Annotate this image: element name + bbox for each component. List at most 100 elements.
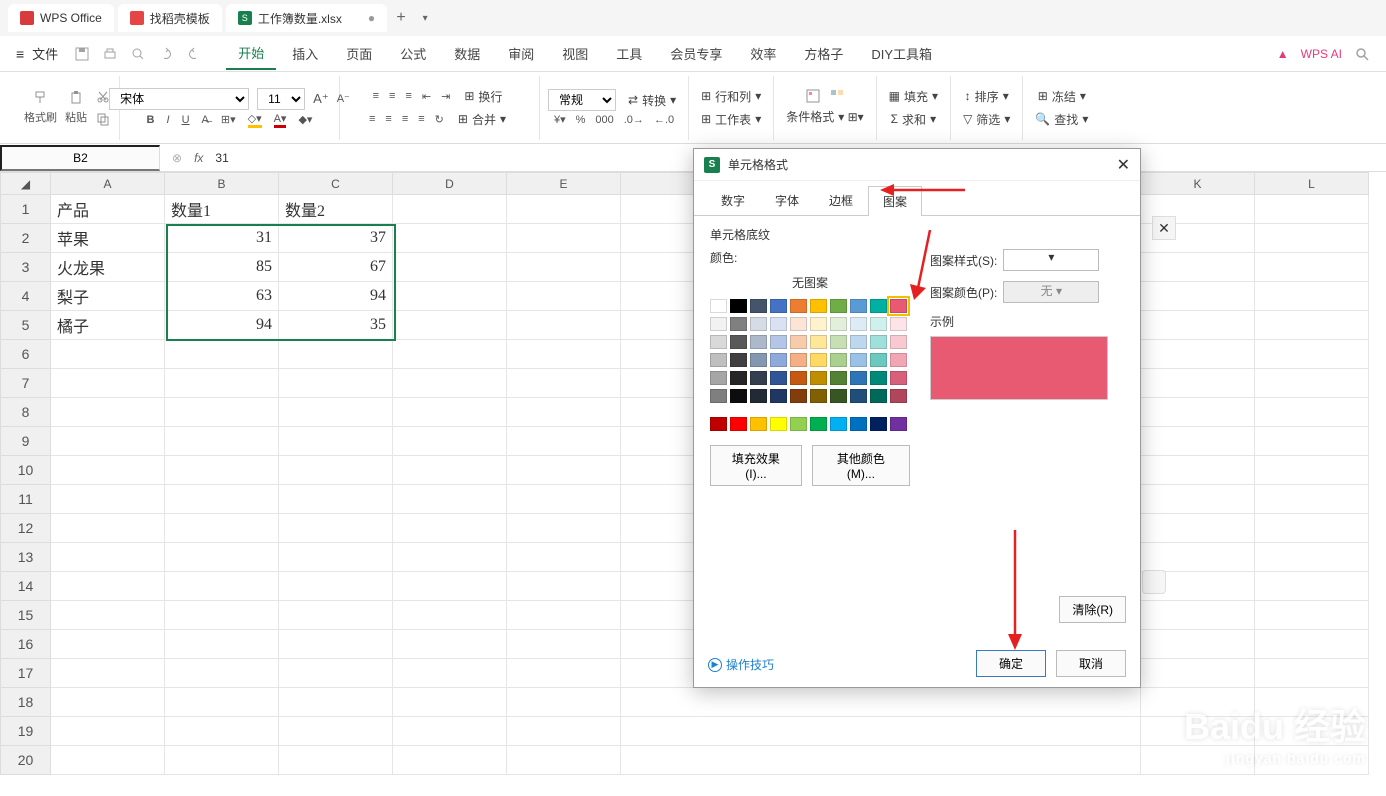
- cell[interactable]: 63: [165, 282, 279, 311]
- underline-icon[interactable]: U: [182, 114, 190, 126]
- print-icon[interactable]: [102, 46, 118, 62]
- color-swatch[interactable]: [770, 389, 787, 403]
- align-top-icon[interactable]: ≡: [373, 90, 379, 102]
- col-header[interactable]: B: [165, 173, 279, 195]
- color-swatch[interactable]: [870, 389, 887, 403]
- dialog-tab-border[interactable]: 边框: [814, 185, 868, 215]
- cell[interactable]: 苹果: [51, 224, 165, 253]
- file-menu[interactable]: 文件: [32, 44, 58, 63]
- sort-button[interactable]: ↕ 排序▾: [961, 86, 1013, 107]
- select-all-corner[interactable]: ◢: [1, 173, 51, 195]
- row-header[interactable]: 6: [1, 340, 51, 369]
- dialog-close-button[interactable]: ✕: [1117, 155, 1130, 175]
- cell[interactable]: 数量2: [279, 195, 393, 224]
- color-swatch[interactable]: [770, 335, 787, 349]
- color-swatch[interactable]: [750, 299, 767, 313]
- menu-data[interactable]: 数据: [442, 38, 492, 69]
- fx-icon[interactable]: fx: [194, 151, 203, 165]
- color-swatch[interactable]: [730, 371, 747, 385]
- color-swatch[interactable]: [770, 317, 787, 331]
- cell[interactable]: 31: [165, 224, 279, 253]
- color-swatch[interactable]: [790, 299, 807, 313]
- color-swatch[interactable]: [750, 353, 767, 367]
- font-color-icon[interactable]: A▾: [274, 112, 287, 128]
- rows-cols-button[interactable]: ⊞ 行和列▾: [697, 86, 765, 107]
- ok-button[interactable]: 确定: [976, 650, 1046, 677]
- align-bottom-icon[interactable]: ≡: [405, 90, 411, 102]
- cell[interactable]: 35: [279, 311, 393, 340]
- color-swatch[interactable]: [770, 353, 787, 367]
- menu-insert[interactable]: 插入: [280, 38, 330, 69]
- color-swatch[interactable]: [790, 417, 807, 431]
- color-swatch[interactable]: [830, 389, 847, 403]
- menu-review[interactable]: 审阅: [496, 38, 546, 69]
- cell[interactable]: [393, 195, 507, 224]
- color-swatch[interactable]: [890, 317, 907, 331]
- pattern-style-select[interactable]: ▾: [1003, 249, 1099, 271]
- color-swatch[interactable]: [770, 299, 787, 313]
- color-swatch[interactable]: [830, 353, 847, 367]
- color-swatch[interactable]: [830, 417, 847, 431]
- row-header[interactable]: 19: [1, 717, 51, 746]
- justify-icon[interactable]: ≡: [418, 113, 424, 125]
- col-header[interactable]: K: [1141, 173, 1255, 195]
- color-swatch[interactable]: [850, 353, 867, 367]
- bold-icon[interactable]: B: [147, 114, 155, 126]
- row-header[interactable]: 4: [1, 282, 51, 311]
- copy-icon[interactable]: [95, 111, 111, 127]
- wps-ai-button[interactable]: WPS AI: [1301, 47, 1342, 61]
- side-float-icon[interactable]: [1142, 570, 1166, 594]
- redo-icon[interactable]: [186, 46, 202, 62]
- menu-tools[interactable]: 工具: [604, 38, 654, 69]
- row-header[interactable]: 16: [1, 630, 51, 659]
- increase-font-icon[interactable]: A⁺: [313, 91, 329, 107]
- currency-icon[interactable]: ¥▾: [554, 113, 566, 126]
- decrease-decimal-icon[interactable]: ←.0: [654, 114, 674, 126]
- orientation-icon[interactable]: ↻: [435, 113, 444, 126]
- row-header[interactable]: 14: [1, 572, 51, 601]
- row-header[interactable]: 18: [1, 688, 51, 717]
- color-swatch[interactable]: [790, 371, 807, 385]
- font-size-select[interactable]: 11: [257, 88, 305, 110]
- cancel-button[interactable]: 取消: [1056, 650, 1126, 677]
- color-swatch[interactable]: [730, 335, 747, 349]
- color-swatch[interactable]: [830, 335, 847, 349]
- dialog-tab-pattern[interactable]: 图案: [868, 186, 922, 216]
- cut-icon[interactable]: [95, 89, 111, 105]
- color-swatch[interactable]: [710, 371, 727, 385]
- menu-diy[interactable]: DIY工具箱: [859, 38, 944, 69]
- color-swatch[interactable]: [750, 389, 767, 403]
- color-swatch[interactable]: [750, 317, 767, 331]
- color-swatch[interactable]: [710, 389, 727, 403]
- row-header[interactable]: 2: [1, 224, 51, 253]
- cell[interactable]: 产品: [51, 195, 165, 224]
- row-header[interactable]: 11: [1, 485, 51, 514]
- undo-icon[interactable]: [158, 46, 174, 62]
- indent-right-icon[interactable]: ⇥: [441, 90, 450, 103]
- new-tab-button[interactable]: +: [391, 9, 411, 27]
- cell[interactable]: 梨子: [51, 282, 165, 311]
- row-header[interactable]: 12: [1, 514, 51, 543]
- color-swatch[interactable]: [890, 335, 907, 349]
- align-middle-icon[interactable]: ≡: [389, 90, 395, 102]
- color-swatch[interactable]: [870, 335, 887, 349]
- col-header[interactable]: L: [1255, 173, 1369, 195]
- tab-dropdown[interactable]: ▾: [415, 13, 435, 24]
- align-left-icon[interactable]: ≡: [369, 113, 375, 125]
- save-icon[interactable]: [74, 46, 90, 62]
- menu-fangfang[interactable]: 方格子: [792, 38, 855, 69]
- color-swatch[interactable]: [810, 335, 827, 349]
- border-icon[interactable]: ⊞▾: [221, 113, 236, 126]
- color-swatch[interactable]: [890, 353, 907, 367]
- col-header[interactable]: A: [51, 173, 165, 195]
- tips-link[interactable]: ▶操作技巧: [708, 656, 774, 673]
- indent-left-icon[interactable]: ⇤: [422, 90, 431, 103]
- color-swatch[interactable]: [850, 389, 867, 403]
- color-swatch[interactable]: [870, 417, 887, 431]
- paste-icon[interactable]: [68, 90, 84, 106]
- menu-start[interactable]: 开始: [226, 37, 276, 70]
- color-swatch[interactable]: [730, 353, 747, 367]
- sum-button[interactable]: Σ 求和▾: [887, 109, 940, 130]
- row-header[interactable]: 15: [1, 601, 51, 630]
- color-swatch[interactable]: [870, 353, 887, 367]
